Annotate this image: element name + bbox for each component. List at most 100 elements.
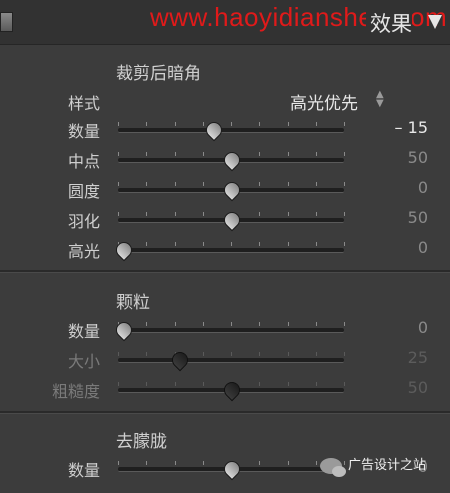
slider-thumb[interactable] bbox=[220, 378, 244, 402]
slider-tick bbox=[118, 382, 119, 386]
slider-tick bbox=[146, 182, 148, 186]
slider-tick bbox=[202, 322, 204, 326]
vignette-slider[interactable] bbox=[118, 148, 345, 172]
panel-toggle-icon[interactable] bbox=[0, 12, 13, 32]
slider-tick bbox=[315, 382, 317, 386]
slider-tick bbox=[344, 122, 345, 126]
slider-tick bbox=[146, 122, 148, 126]
slider-tick bbox=[344, 242, 345, 246]
vignette-slider[interactable] bbox=[112, 238, 345, 262]
slider-tick bbox=[174, 182, 176, 186]
slider-tick bbox=[287, 242, 289, 246]
slider-tick bbox=[259, 242, 261, 246]
slider-tick bbox=[118, 352, 119, 356]
slider-tick bbox=[146, 461, 148, 465]
wechat-badge: 广告设计之站 bbox=[320, 454, 450, 480]
slider-tick bbox=[315, 461, 317, 465]
vignette-row-label: 中点 bbox=[67, 152, 100, 171]
slider-tick bbox=[202, 152, 204, 156]
slider-tick bbox=[315, 182, 317, 186]
slider-tick bbox=[202, 122, 204, 126]
slider-tick bbox=[287, 322, 289, 326]
style-label: 样式 bbox=[67, 94, 100, 113]
slider-tick bbox=[287, 152, 289, 156]
wechat-icon bbox=[320, 457, 346, 477]
vignette-slider[interactable] bbox=[118, 178, 345, 202]
slider-tick bbox=[174, 152, 176, 156]
slider-tick bbox=[231, 352, 232, 356]
vignette-row-value[interactable]: 50 bbox=[368, 148, 428, 167]
slider-tick bbox=[146, 382, 148, 386]
select-arrows-icon[interactable]: ▲ ▼ bbox=[376, 90, 384, 109]
vignette-row-value[interactable]: 0 bbox=[368, 238, 428, 257]
grain-slider[interactable] bbox=[118, 378, 345, 402]
vignette-section-title: 裁剪后暗角 bbox=[116, 64, 201, 84]
slider-tick bbox=[202, 382, 204, 386]
slider-thumb[interactable] bbox=[112, 238, 135, 262]
vignette-row-value[interactable]: 50 bbox=[368, 208, 428, 227]
slider-track[interactable] bbox=[118, 248, 344, 253]
style-select[interactable]: 高光优先 bbox=[290, 89, 358, 114]
slider-tick bbox=[146, 352, 148, 356]
slider-tick bbox=[146, 242, 148, 246]
slider-tick bbox=[231, 322, 232, 326]
slider-tick bbox=[118, 182, 119, 186]
vignette-row-label: 数量 bbox=[67, 122, 100, 141]
slider-thumb[interactable] bbox=[112, 318, 135, 342]
slider-tick bbox=[287, 122, 289, 126]
slider-tick bbox=[174, 212, 176, 216]
vignette-row-label: 圆度 bbox=[67, 182, 100, 201]
slider-tick bbox=[174, 322, 176, 326]
slider-tick bbox=[146, 322, 148, 326]
vignette-row-value[interactable]: – 15 bbox=[368, 118, 428, 137]
dehaze-row-label: 数量 bbox=[67, 461, 100, 480]
vignette-slider[interactable] bbox=[118, 118, 345, 142]
grain-row-label: 粗糙度 bbox=[51, 382, 100, 401]
slider-tick bbox=[202, 352, 204, 356]
slider-track[interactable] bbox=[118, 328, 344, 333]
vignette-row-label: 羽化 bbox=[67, 212, 100, 231]
grain-slider[interactable] bbox=[112, 318, 345, 342]
panel-header[interactable]: www.haoyidianshe...com 效果 bbox=[0, 0, 450, 45]
wechat-badge-text: 广告设计之站 bbox=[348, 458, 427, 473]
slider-track[interactable] bbox=[118, 358, 344, 363]
slider-tick bbox=[259, 122, 261, 126]
grain-row-value[interactable]: 25 bbox=[368, 348, 428, 367]
slider-tick bbox=[315, 122, 317, 126]
slider-tick bbox=[344, 322, 345, 326]
slider-tick bbox=[344, 212, 345, 216]
dehaze-slider[interactable] bbox=[118, 457, 345, 481]
slider-thumb[interactable] bbox=[168, 348, 192, 372]
grain-row-value[interactable]: 50 bbox=[368, 378, 428, 397]
slider-tick bbox=[231, 122, 232, 126]
slider-thumb[interactable] bbox=[220, 457, 244, 481]
slider-tick bbox=[202, 461, 204, 465]
slider-thumb[interactable] bbox=[202, 118, 226, 142]
slider-thumb[interactable] bbox=[220, 208, 244, 232]
vignette-slider[interactable] bbox=[118, 208, 345, 232]
slider-tick bbox=[259, 152, 261, 156]
slider-tick bbox=[118, 152, 119, 156]
grain-slider[interactable] bbox=[118, 348, 345, 372]
slider-tick bbox=[202, 212, 204, 216]
panel-title[interactable]: 效果 bbox=[366, 8, 412, 38]
slider-tick bbox=[315, 322, 317, 326]
section-divider bbox=[0, 411, 450, 414]
slider-track[interactable] bbox=[118, 128, 344, 133]
slider-tick bbox=[174, 461, 176, 465]
section-divider bbox=[0, 270, 450, 273]
slider-tick bbox=[259, 322, 261, 326]
slider-tick bbox=[344, 352, 345, 356]
slider-tick bbox=[315, 352, 317, 356]
slider-tick bbox=[259, 352, 261, 356]
slider-tick bbox=[344, 152, 345, 156]
slider-tick bbox=[174, 122, 176, 126]
vignette-row-value[interactable]: 0 bbox=[368, 178, 428, 197]
slider-tick bbox=[344, 382, 345, 386]
slider-tick bbox=[287, 182, 289, 186]
slider-thumb[interactable] bbox=[220, 148, 244, 172]
grain-row-value[interactable]: 0 bbox=[368, 318, 428, 337]
slider-thumb[interactable] bbox=[220, 178, 244, 202]
slider-tick bbox=[259, 212, 261, 216]
collapse-triangle-icon[interactable] bbox=[428, 15, 442, 29]
